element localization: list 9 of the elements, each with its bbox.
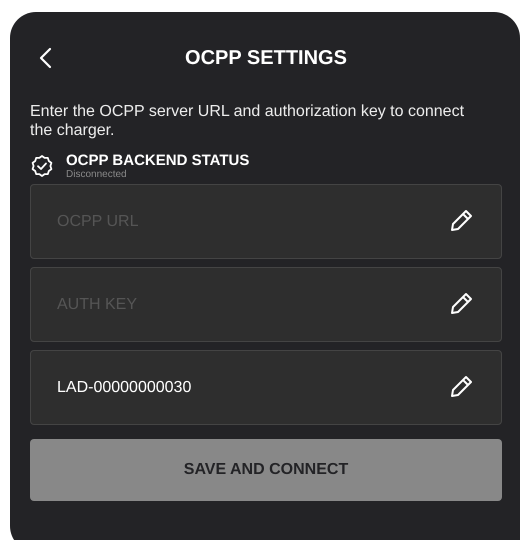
screen-title: OCPP SETTINGS — [185, 46, 347, 70]
input-field[interactable]: LAD-00000000030 — [30, 350, 502, 425]
pencil-icon[interactable] — [448, 291, 474, 317]
check-badge-icon — [30, 154, 54, 178]
status-value: Disconnected — [66, 169, 128, 180]
pencil-icon[interactable] — [448, 374, 474, 400]
description-text: Enter the OCPP server URL and authorization key to connect the charger. — [30, 102, 466, 140]
pencil-icon[interactable] — [448, 208, 474, 234]
status-title: OCPP BACKEND STATUS — [66, 152, 250, 169]
